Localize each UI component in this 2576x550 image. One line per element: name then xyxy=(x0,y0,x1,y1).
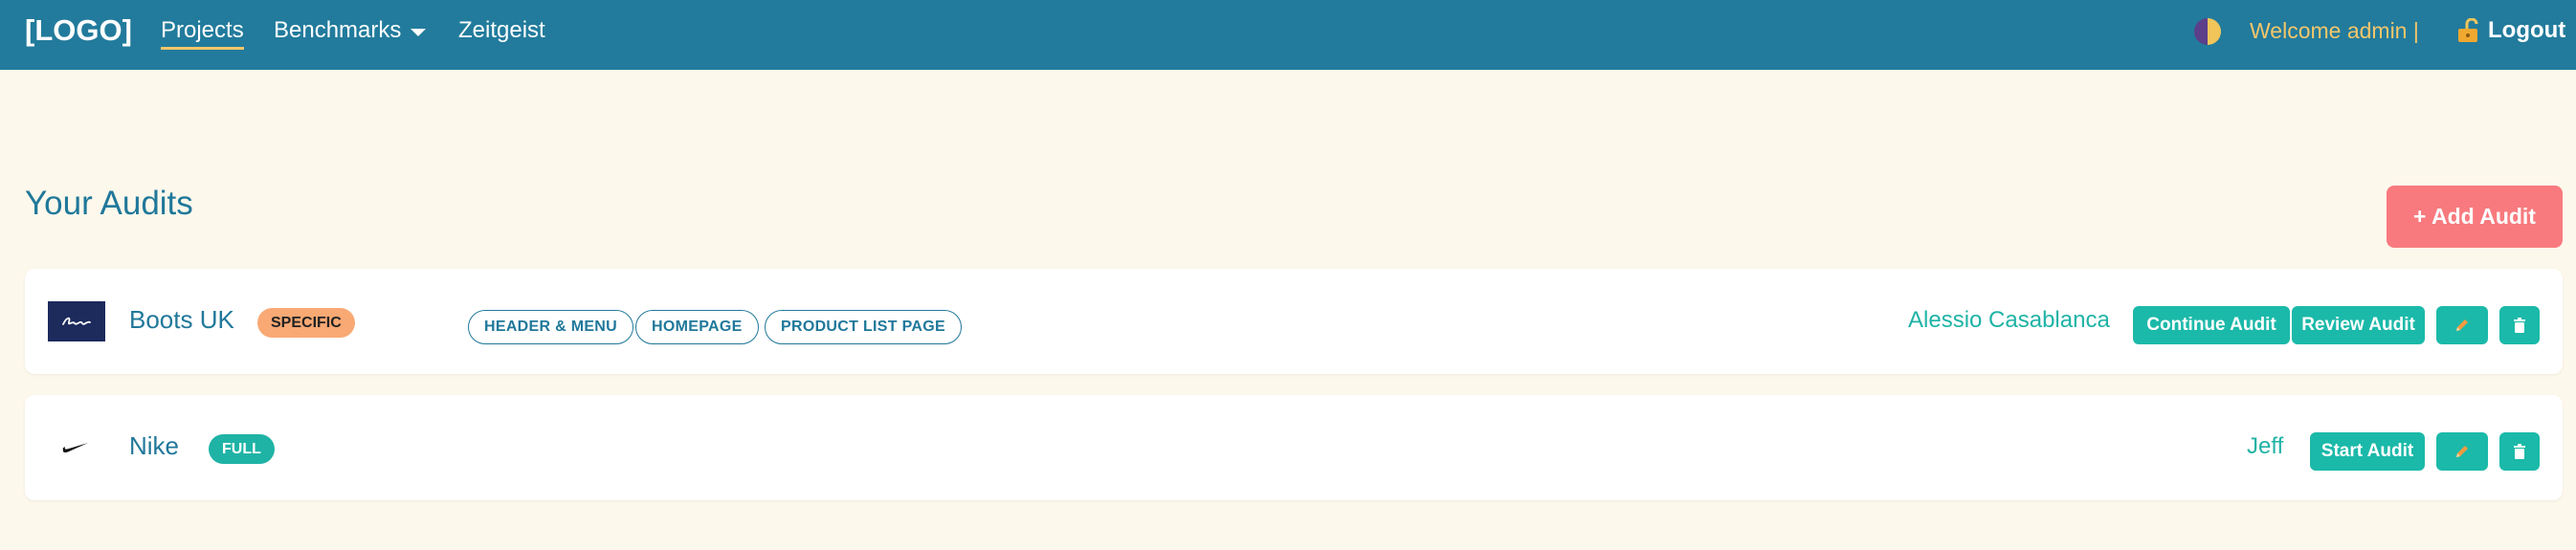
nav-zeitgeist-link[interactable]: Zeitgeist xyxy=(458,17,545,44)
boots-logo xyxy=(48,301,105,341)
navbar: [LOGO] Projects Benchmarks Zeitgeist Wel… xyxy=(0,0,2576,70)
delete-audit-button[interactable] xyxy=(2499,306,2540,344)
audit-tag: HEADER & MENU xyxy=(468,310,634,344)
audit-brand-name[interactable]: Nike xyxy=(129,431,179,461)
welcome-text: Welcome admin | xyxy=(2250,18,2419,43)
pencil-icon xyxy=(2456,446,2468,457)
nike-logo xyxy=(62,443,88,453)
start-audit-button[interactable]: Start Audit xyxy=(2310,432,2425,471)
audit-tag: PRODUCT LIST PAGE xyxy=(765,310,962,344)
audit-card: Nike FULL Jeff Start Audit xyxy=(25,395,2563,500)
nav-benchmarks-label: Benchmarks xyxy=(274,17,402,43)
edit-audit-button[interactable] xyxy=(2436,432,2488,471)
logout-button[interactable]: Logout xyxy=(2457,17,2565,44)
trash-icon xyxy=(2514,444,2525,459)
audit-tag: HOMEPAGE xyxy=(635,310,759,344)
audit-owner: Jeff xyxy=(2247,433,2284,459)
add-audit-button[interactable]: + Add Audit xyxy=(2387,186,2563,248)
page-title: Your Audits xyxy=(25,185,193,222)
nav-projects-link[interactable]: Projects xyxy=(161,17,244,50)
audit-brand-name[interactable]: Boots UK xyxy=(129,305,234,335)
audit-type-badge: SPECIFIC xyxy=(257,308,355,338)
pencil-icon xyxy=(2456,319,2468,331)
audit-card: Boots UK SPECIFIC HEADER & MENU HOMEPAGE… xyxy=(25,269,2563,374)
delete-audit-button[interactable] xyxy=(2499,432,2540,471)
review-audit-button[interactable]: Review Audit xyxy=(2292,306,2425,344)
continue-audit-button[interactable]: Continue Audit xyxy=(2133,306,2290,344)
logo[interactable]: [LOGO] xyxy=(25,13,132,48)
nav-benchmarks-dropdown[interactable]: Benchmarks xyxy=(274,17,427,44)
unlock-icon xyxy=(2458,18,2478,42)
audit-type-badge: FULL xyxy=(209,434,275,464)
half-moon-icon[interactable] xyxy=(2194,18,2221,45)
edit-audit-button[interactable] xyxy=(2436,306,2488,344)
caret-down-icon xyxy=(411,28,427,36)
logout-label: Logout xyxy=(2488,17,2566,43)
trash-icon xyxy=(2514,318,2525,333)
audit-owner: Alessio Casablanca xyxy=(1908,307,2110,333)
